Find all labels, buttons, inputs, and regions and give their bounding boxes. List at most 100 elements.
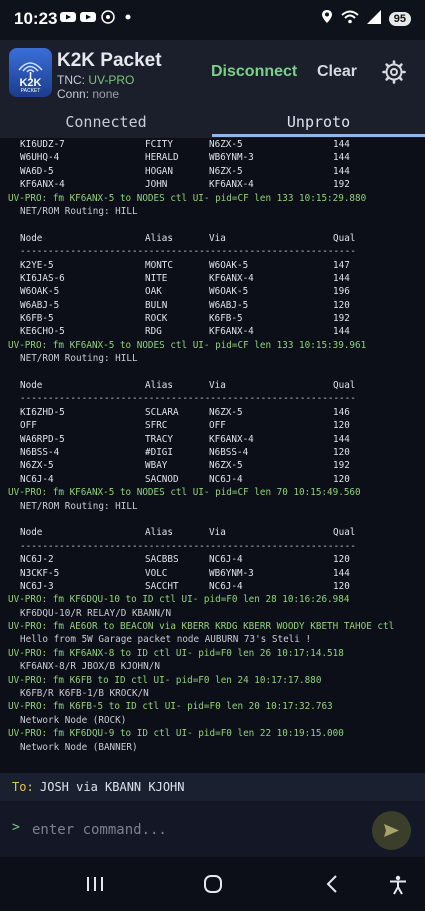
table-cell: BULN (145, 299, 168, 311)
terminal-line: NET/ROM Routing: HILL (0, 352, 425, 365)
accessibility-icon[interactable] (389, 875, 407, 900)
terminal-line: ----------------------------------------… (0, 245, 425, 258)
packet-header: UV-PRO: fm KF6DQU-9 to ID ctl UI- pid=F0… (8, 728, 344, 740)
table-cell: W6ABJ-5 (209, 299, 249, 311)
logo-subtext: PACKET (20, 88, 41, 94)
table-cell: Alias (145, 527, 173, 539)
table-cell: 144 (333, 152, 350, 164)
table-cell: KF6ANX-4 (209, 272, 254, 284)
table-cell: HOGAN (145, 165, 173, 177)
table-cell: N6ZX-5 (209, 165, 243, 177)
table-cell: VOLC (145, 567, 168, 579)
table-cell: OAK (145, 286, 162, 298)
table-cell: Node (20, 527, 43, 539)
table-row: KI6JAS-6 NITE KF6ANX-4 144 (0, 272, 425, 285)
status-system-icons: 95 (321, 9, 411, 29)
disconnect-button[interactable]: Disconnect (211, 63, 297, 81)
packet-header: UV-PRO: fm KF6ANX-8 to ID ctl UI- pid=F0… (8, 647, 344, 659)
table-cell: 192 (333, 313, 350, 325)
battery-indicator: 95 (388, 12, 411, 26)
table-row: N6ZX-5 WBAY N6ZX-5 192 (0, 459, 425, 472)
table-row: KF6ANX-4 JOHN KF6ANX-4 192 (0, 178, 425, 191)
table-cell: NC6J-3 (20, 580, 54, 592)
packet-header: UV-PRO: fm KF6ANX-5 to NODES ctl UI- pid… (8, 487, 361, 499)
status-notification-icons (60, 10, 136, 24)
table-cell: 196 (333, 286, 350, 298)
send-button[interactable] (372, 811, 411, 850)
table-cell: FCITY (145, 139, 173, 150)
to-value: JOSH via KBANN KJOHN (40, 780, 185, 794)
packet-body: NET/ROM Routing: HILL (20, 500, 138, 512)
conn-status: Conn: none (57, 87, 119, 101)
tnc-label: TNC: (57, 73, 85, 87)
table-cell: Qual (333, 232, 356, 244)
terminal-line: NET/ROM Routing: HILL (0, 500, 425, 513)
table-cell: OFF (20, 420, 37, 432)
table-cell: KE6CHO-5 (20, 326, 65, 338)
terminal-line: UV-PRO: fm KF6ANX-5 to NODES ctl UI- pid… (0, 486, 425, 499)
tab-connected[interactable]: Connected (0, 113, 212, 131)
table-cell: 144 (333, 165, 350, 177)
table-cell: WBAY (145, 460, 168, 472)
command-input[interactable] (30, 815, 354, 845)
table-cell: WA6D-5 (20, 165, 54, 177)
recents-icon[interactable] (86, 875, 104, 898)
table-cell: NITE (145, 272, 168, 284)
terminal-line: NET/ROM Routing: HILL (0, 205, 425, 218)
terminal-line: KF6ANX-8/R JBOX/B KJOHN/N (0, 660, 425, 673)
table-cell: 144 (333, 433, 350, 445)
table-cell: KI6ZHD-5 (20, 406, 65, 418)
table-cell: 144 (333, 139, 350, 150)
table-cell: 120 (333, 446, 350, 458)
destination-bar[interactable]: To: JOSH via KBANN KJOHN (0, 773, 425, 801)
table-cell: KF6ANX-4 (209, 433, 254, 445)
terminal-output[interactable]: KI6UDZ-7 FCITY N6ZX-5 144 W6UHQ-4 HERALD WB6YN… (0, 138, 425, 773)
location-icon (321, 9, 333, 29)
tab-unproto[interactable]: Unproto (212, 113, 425, 131)
packet-header: UV-PRO: fm KF6ANX-5 to NODES ctl UI- pid… (8, 339, 367, 351)
table-cell: Qual (333, 380, 356, 392)
table-cell: 120 (333, 473, 350, 485)
table-cell: NC6J-4 (20, 473, 54, 485)
table-cell: NC6J-4 (209, 554, 243, 566)
home-icon[interactable] (203, 875, 223, 898)
packet-body: ----------------------------------------… (20, 393, 356, 405)
packet-header: UV-PRO: fm K6FB-5 to ID ctl UI- pid=F0 l… (8, 701, 333, 713)
terminal-line: ----------------------------------------… (0, 392, 425, 405)
table-cell: 146 (333, 406, 350, 418)
table-cell: N3CKF-5 (20, 567, 60, 579)
table-cell: HERALD (145, 152, 179, 164)
table-row: WA6D-5 HOGAN N6ZX-5 144 (0, 165, 425, 178)
packet-body: KF6ANX-8/R JBOX/B KJOHN/N (20, 661, 160, 673)
table-cell: #DIGI (145, 446, 173, 458)
terminal-line: UV-PRO: fm AE6OR to BEACON via KBERR KRD… (0, 620, 425, 633)
active-tab-indicator (212, 134, 425, 137)
table-cell: 120 (333, 554, 350, 566)
back-icon[interactable] (325, 875, 339, 898)
table-cell: KF6ANX-4 (20, 179, 65, 191)
table-cell: Via (209, 527, 226, 539)
table-cell: Node (20, 232, 43, 244)
table-cell: N6ZX-5 (209, 139, 243, 150)
clear-button[interactable]: Clear (317, 63, 357, 81)
table-row: KE6CHO-5 RDG KF6ANX-4 144 (0, 325, 425, 338)
terminal-line: UV-PRO: fm K6FB-5 to ID ctl UI- pid=F0 l… (0, 700, 425, 713)
to-label: To: (12, 780, 34, 794)
packet-body: KF6DQU-10/R RELAY/D KBANN/N (20, 607, 172, 619)
table-row: N6BSS-4 #DIGI N6BSS-4 120 (0, 446, 425, 459)
table-cell: W6OAK-5 (209, 286, 249, 298)
table-cell: 120 (333, 299, 350, 311)
packet-body: Hello from 5W Garage packet node AUBURN … (20, 634, 312, 646)
table-cell: KF6ANX-4 (209, 179, 254, 191)
conn-value: none (92, 87, 120, 101)
table-cell: K6FB-5 (20, 313, 54, 325)
packet-header: UV-PRO: fm KF6DQU-10 to ID ctl UI- pid=F… (8, 594, 350, 606)
gear-icon[interactable] (382, 60, 406, 84)
terminal-line: UV-PRO: fm KF6DQU-10 to ID ctl UI- pid=F… (0, 593, 425, 606)
packet-header: UV-PRO: fm KF6ANX-5 to NODES ctl UI- pid… (8, 192, 367, 204)
app-title: K2K Packet (57, 50, 162, 71)
packet-body: NET/ROM Routing: HILL (20, 205, 138, 217)
table-cell: Alias (145, 232, 173, 244)
table-cell: MONTC (145, 259, 173, 271)
